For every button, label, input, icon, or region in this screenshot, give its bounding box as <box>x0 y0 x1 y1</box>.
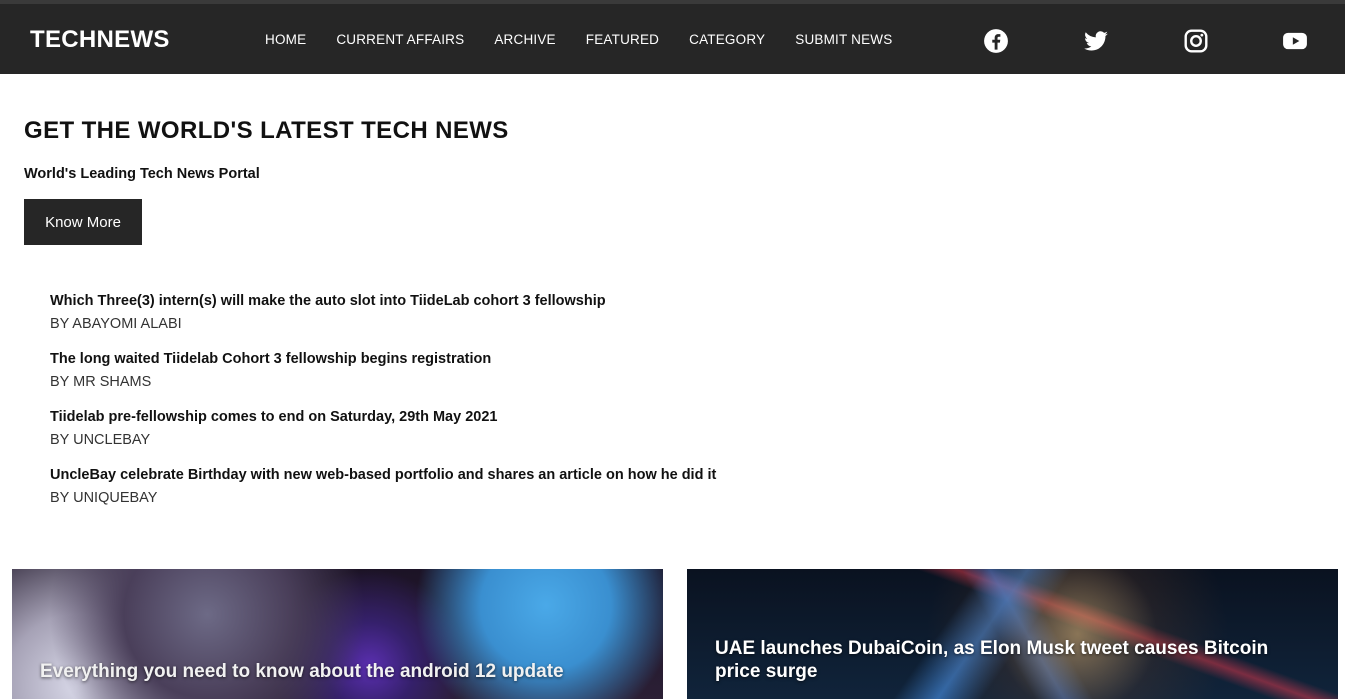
news-title[interactable]: UncleBay celebrate Birthday with new web… <box>50 466 750 484</box>
twitter-icon[interactable] <box>1083 28 1109 54</box>
facebook-icon[interactable] <box>983 28 1009 54</box>
featured-card-title[interactable]: Everything you need to know about the an… <box>40 660 640 683</box>
top-navbar: TECHNEWS HOME CURRENT AFFAIRS ARCHIVE FE… <box>0 0 1345 74</box>
hero-title: GET THE WORLD'S LATEST TECH NEWS <box>24 117 509 144</box>
news-item: Which Three(3) intern(s) will make the a… <box>50 292 750 350</box>
featured-card-title[interactable]: UAE launches DubaiCoin, as Elon Musk twe… <box>715 637 1315 683</box>
nav-current-affairs[interactable]: CURRENT AFFAIRS <box>336 32 464 47</box>
featured-card-dubaicoin[interactable]: UAE launches DubaiCoin, as Elon Musk twe… <box>687 569 1338 699</box>
site-logo[interactable]: TECHNEWS <box>30 26 170 54</box>
news-author: BY UNCLEBAY <box>50 432 151 448</box>
nav-submit-news[interactable]: SUBMIT NEWS <box>795 32 892 47</box>
nav-home[interactable]: HOME <box>265 32 306 47</box>
hero-subtitle: World's Leading Tech News Portal <box>24 166 260 182</box>
youtube-icon[interactable] <box>1282 28 1308 54</box>
news-author: BY UNIQUEBAY <box>50 490 158 506</box>
know-more-button[interactable]: Know More <box>24 199 142 245</box>
latest-news-list: Which Three(3) intern(s) will make the a… <box>50 292 750 524</box>
news-author: BY MR SHAMS <box>50 374 152 390</box>
news-title[interactable]: The long waited Tiidelab Cohort 3 fellow… <box>50 350 750 368</box>
instagram-icon[interactable] <box>1183 28 1209 54</box>
nav-category[interactable]: CATEGORY <box>689 32 765 47</box>
main-nav: HOME CURRENT AFFAIRS ARCHIVE FEATURED CA… <box>265 32 922 47</box>
news-title[interactable]: Tiidelab pre-fellowship comes to end on … <box>50 408 750 426</box>
featured-card-android-12[interactable]: Everything you need to know about the an… <box>12 569 663 699</box>
nav-featured[interactable]: FEATURED <box>586 32 659 47</box>
nav-archive[interactable]: ARCHIVE <box>494 32 555 47</box>
news-title[interactable]: Which Three(3) intern(s) will make the a… <box>50 292 750 310</box>
news-item: UncleBay celebrate Birthday with new web… <box>50 466 750 524</box>
news-item: Tiidelab pre-fellowship comes to end on … <box>50 408 750 466</box>
news-item: The long waited Tiidelab Cohort 3 fellow… <box>50 350 750 408</box>
news-author: BY ABAYOMI ALABI <box>50 316 182 332</box>
